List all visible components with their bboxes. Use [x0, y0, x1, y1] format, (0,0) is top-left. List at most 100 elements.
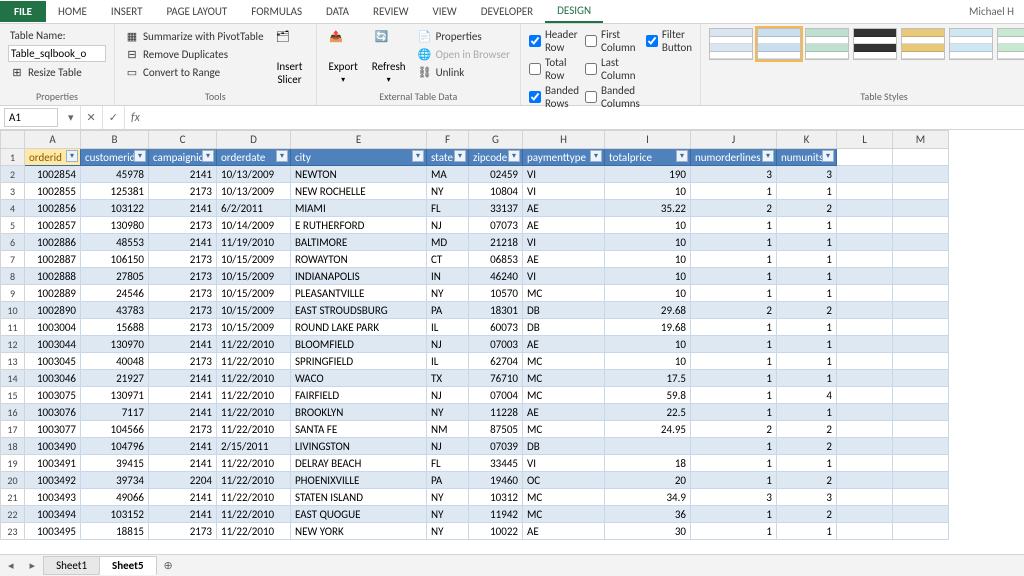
cell[interactable]: 10 [605, 251, 691, 268]
cell[interactable]: INDIANAPOLIS [291, 268, 427, 285]
table-column-header[interactable]: zipcode▾ [469, 149, 523, 166]
cell[interactable]: NEW YORK [291, 523, 427, 540]
row-header[interactable]: 5 [1, 217, 25, 234]
cell[interactable]: 27805 [81, 268, 149, 285]
banded-columns-checkbox[interactable]: Banded Columns [585, 84, 640, 110]
filter-dropdown-icon[interactable]: ▾ [822, 150, 834, 162]
cell[interactable]: 1003004 [25, 319, 81, 336]
cell[interactable]: VI [523, 166, 605, 183]
cell[interactable]: WACO [291, 370, 427, 387]
cell[interactable]: 45978 [81, 166, 149, 183]
row-header[interactable]: 13 [1, 353, 25, 370]
cell[interactable]: IN [427, 268, 469, 285]
cell[interactable]: 10 [605, 353, 691, 370]
cell[interactable]: NY [427, 523, 469, 540]
open-browser-button[interactable]: 🌐Open in Browser [416, 46, 512, 62]
cell[interactable]: 1003490 [25, 438, 81, 455]
column-header[interactable]: A [25, 131, 81, 149]
cell[interactable]: 1002886 [25, 234, 81, 251]
cell[interactable]: 10 [605, 183, 691, 200]
cell[interactable]: 2173 [149, 523, 217, 540]
cell[interactable]: 10 [605, 234, 691, 251]
cell[interactable]: 2204 [149, 472, 217, 489]
row-header[interactable]: 17 [1, 421, 25, 438]
tab-design[interactable]: DESIGN [545, 0, 603, 23]
row-header[interactable]: 1 [1, 149, 25, 166]
cell[interactable]: 1002856 [25, 200, 81, 217]
cell[interactable]: 10/13/2009 [217, 183, 291, 200]
table-style-thumb[interactable] [901, 28, 945, 60]
row-header[interactable]: 3 [1, 183, 25, 200]
cell[interactable]: 02459 [469, 166, 523, 183]
cell[interactable]: 4 [777, 387, 837, 404]
banded-rows-checkbox[interactable]: Banded Rows [529, 84, 579, 110]
cell[interactable]: 11/22/2010 [217, 353, 291, 370]
cell[interactable]: 3 [777, 166, 837, 183]
filter-dropdown-icon[interactable]: ▾ [202, 150, 214, 162]
cell[interactable]: 2 [691, 200, 777, 217]
cell[interactable]: 11/22/2010 [217, 455, 291, 472]
enter-formula-button[interactable]: ✓ [103, 106, 125, 129]
row-header[interactable]: 22 [1, 506, 25, 523]
cell[interactable]: MD [427, 234, 469, 251]
cell[interactable]: 39734 [81, 472, 149, 489]
cell[interactable]: 3 [691, 489, 777, 506]
cell[interactable]: DELRAY BEACH [291, 455, 427, 472]
row-header[interactable]: 12 [1, 336, 25, 353]
cell[interactable]: FL [427, 200, 469, 217]
tab-insert[interactable]: INSERT [99, 1, 155, 22]
cell[interactable]: AE [523, 404, 605, 421]
cell[interactable]: 1 [691, 285, 777, 302]
filter-dropdown-icon[interactable]: ▾ [66, 150, 78, 162]
table-column-header[interactable]: orderid▾ [25, 149, 81, 166]
cell[interactable]: 1003495 [25, 523, 81, 540]
resize-table-button[interactable]: ⊞Resize Table [8, 64, 106, 80]
cell[interactable]: 1003044 [25, 336, 81, 353]
cell[interactable]: 33445 [469, 455, 523, 472]
cell[interactable]: 07073 [469, 217, 523, 234]
row-header[interactable]: 18 [1, 438, 25, 455]
cell[interactable] [605, 438, 691, 455]
cell[interactable]: 29.68 [605, 302, 691, 319]
cell[interactable]: EAST QUOGUE [291, 506, 427, 523]
cell[interactable]: 1 [691, 234, 777, 251]
cell[interactable]: AE [523, 523, 605, 540]
cell[interactable]: 1 [691, 251, 777, 268]
unlink-button[interactable]: ⛓Unlink [416, 64, 512, 80]
tab-file[interactable]: FILE [0, 1, 46, 22]
cell[interactable]: 1 [777, 268, 837, 285]
cell[interactable]: 20 [605, 472, 691, 489]
cell[interactable]: 1 [777, 523, 837, 540]
cell[interactable]: 76710 [469, 370, 523, 387]
tab-developer[interactable]: DEVELOPER [469, 1, 545, 22]
cell[interactable]: 2 [691, 302, 777, 319]
cell[interactable]: 2173 [149, 251, 217, 268]
row-header[interactable]: 14 [1, 370, 25, 387]
last-column-checkbox[interactable]: Last Column [585, 56, 640, 82]
cell[interactable]: 6/2/2011 [217, 200, 291, 217]
cell[interactable]: E RUTHERFORD [291, 217, 427, 234]
tab-data[interactable]: DATA [314, 1, 361, 22]
cell[interactable]: 103152 [81, 506, 149, 523]
column-header[interactable]: J [691, 131, 777, 149]
table-style-thumb[interactable] [949, 28, 993, 60]
namebox-dropdown[interactable]: ▾ [62, 106, 81, 129]
cell[interactable]: 1002854 [25, 166, 81, 183]
cell[interactable]: NY [427, 489, 469, 506]
cell[interactable]: LIVINGSTON [291, 438, 427, 455]
cell[interactable]: 11942 [469, 506, 523, 523]
cell[interactable]: 1 [691, 438, 777, 455]
cell[interactable]: MC [523, 489, 605, 506]
refresh-button[interactable]: 🔄Refresh▾ [368, 28, 410, 87]
cell[interactable]: 11/22/2010 [217, 523, 291, 540]
cell[interactable]: 2141 [149, 404, 217, 421]
cell[interactable]: 10570 [469, 285, 523, 302]
tab-page-layout[interactable]: PAGE LAYOUT [154, 1, 239, 22]
cell[interactable]: 10/15/2009 [217, 285, 291, 302]
cell[interactable]: 1 [777, 319, 837, 336]
cell[interactable]: NY [427, 183, 469, 200]
cell[interactable]: NEWTON [291, 166, 427, 183]
cell[interactable]: 1 [777, 234, 837, 251]
filter-dropdown-icon[interactable]: ▾ [412, 150, 424, 162]
cell[interactable]: 46240 [469, 268, 523, 285]
